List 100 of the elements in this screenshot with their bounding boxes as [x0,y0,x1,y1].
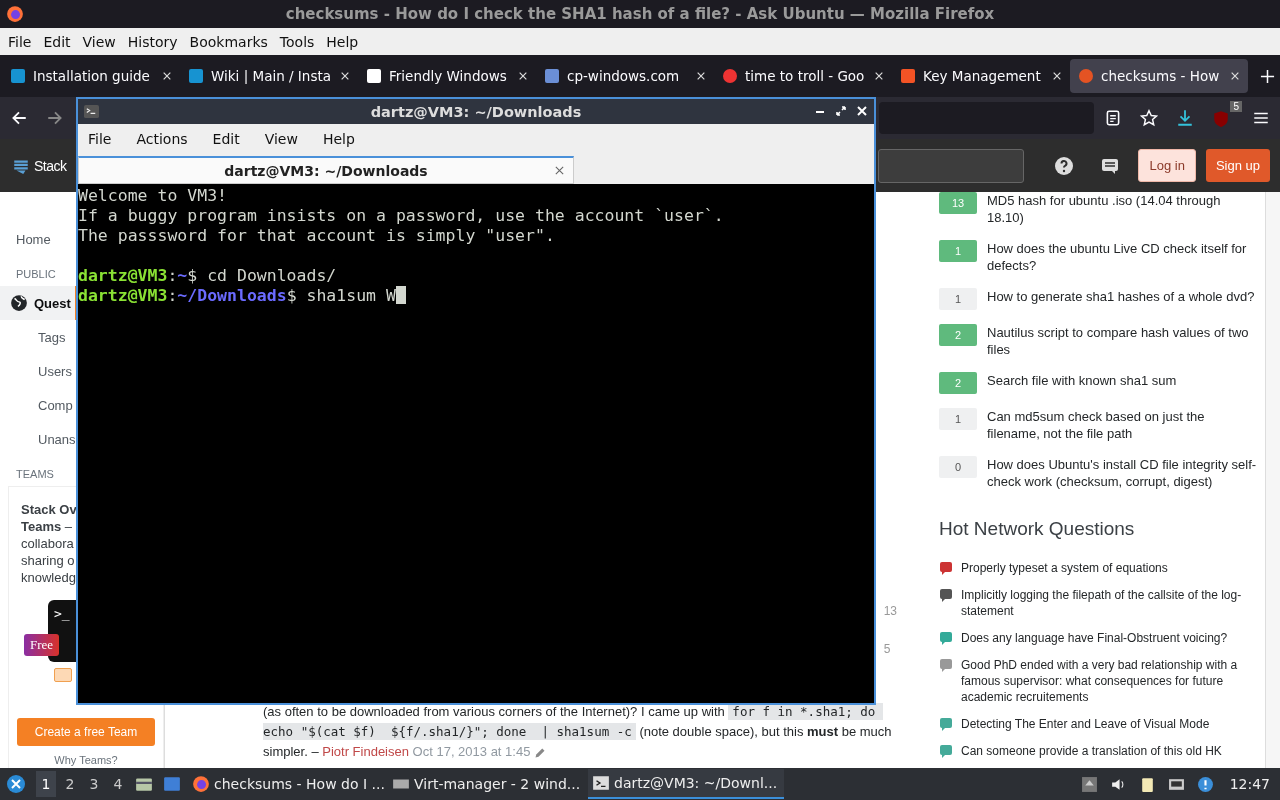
menu-item[interactable]: Tools [273,33,321,50]
count-badge: 5 [1230,101,1242,112]
terminal-output: If a buggy program insists on a password, use the account `user`. [78,206,725,226]
signup-button[interactable]: Sign up [1205,149,1270,182]
nav-item[interactable]: Unans [0,422,80,456]
terminal-icon [84,104,99,119]
new-tab-icon[interactable] [1260,68,1275,84]
firefox-icon [192,775,210,793]
browser-tab[interactable]: cp-windows.com [536,59,714,93]
score-badge: 1 [939,288,977,310]
favicon-icon [188,68,204,84]
score-badge: 1 [939,408,977,430]
nav-item[interactable]: Users [0,354,76,388]
question-link[interactable]: How does Ubuntu's install CD file integrity self-check work (checksum, corrupt, digest) [987,456,1259,490]
clock: 12:47 [1229,776,1270,792]
browser-tab[interactable]: checksums - How [1070,59,1248,93]
terminal-tab[interactable]: dartz@VM3: ~/Downloads [78,156,574,184]
question-link[interactable]: Implicitly logging the filepath of the callsite of the log-statement [961,587,1259,619]
browser-tab[interactable]: Installation guide [2,59,180,93]
browser-tab[interactable]: Wiki | Main / Insta [180,59,358,93]
menu-item[interactable]: Actions [128,131,196,147]
question-link[interactable]: Properly typeset a system of equations [961,560,1168,576]
taskbar-window[interactable]: Virt-manager - 2 wind... [388,769,584,799]
menu-item[interactable]: Bookmarks [183,33,274,50]
menu-item[interactable]: File [80,131,120,147]
nav-heading: PUBLIC [15,268,56,280]
workspace-button[interactable]: 1 [36,771,56,797]
help-icon[interactable] [1054,155,1075,176]
site-icon [939,744,953,758]
workspace-button[interactable]: 4 [108,771,128,797]
site-icon [939,631,953,645]
download-icon[interactable] [1176,109,1194,127]
author-link[interactable]: Piotr Findeisen [322,744,409,759]
nav-item[interactable]: Comp [0,388,77,422]
score-badge: 1 [939,240,977,262]
menu-item[interactable]: Edit [37,33,77,50]
site-icon [939,561,953,575]
menu-item[interactable]: History [121,33,184,50]
browser-tab[interactable]: Friendly Windows [358,59,536,93]
vote-count: 5 [883,642,892,656]
login-button[interactable]: Log in [1138,149,1196,182]
site-icon [939,588,953,602]
question-link[interactable]: How to generate sha1 hashes of a whole dvd? [987,288,1255,310]
taskbar-window[interactable]: checksums - How do I ... [188,769,384,799]
browser-tab[interactable]: time to troll - Goo [714,59,892,93]
free-badge: Free [24,634,60,656]
window-title: checksums - How do I check the SHA1 hash of a file? - Ask Ubuntu — Mozilla Firefox [285,5,995,23]
nav-item[interactable]: Tags [0,320,70,354]
question-link[interactable]: MD5 hash for ubuntu .iso (14.04 through 18.10) [987,192,1259,226]
question-link[interactable]: Detecting The Enter and Leave of Visual Mode [961,716,1210,732]
favicon-icon [10,68,26,84]
workspace-button[interactable]: 3 [84,771,104,797]
teams-description: Stack Ov Teams – collabora sharing o knowledg [21,501,77,586]
eject-icon[interactable] [1080,775,1098,793]
firefox-icon [6,5,24,23]
question-link[interactable]: Nautilus script to compare hash values of two files [987,324,1259,358]
question-link[interactable]: Can md5sum check based on just the filename, not the file path [987,408,1259,442]
maximize-icon[interactable] [835,105,847,117]
start-icon[interactable] [6,774,26,794]
menu-item[interactable]: View [76,33,122,50]
info-icon[interactable] [1196,775,1214,793]
vote-count: 13 [883,604,897,618]
pencil-icon[interactable] [534,746,547,759]
score-badge: 0 [939,456,977,478]
question-link[interactable]: Does any language have Final-Obstruent voicing? [961,630,1228,646]
why-teams-link[interactable]: Why Teams? [54,754,118,766]
favicon-icon [366,68,382,84]
workspace-button[interactable]: 2 [60,771,80,797]
question-link[interactable]: How does the ubuntu Live CD check itself for defects? [987,240,1259,274]
browser-tab[interactable]: Key Management [892,59,1070,93]
scrollbar[interactable] [1265,192,1280,768]
star-icon[interactable] [1140,109,1158,127]
favicon-icon [722,68,738,84]
reader-icon[interactable] [1104,109,1122,127]
back-icon[interactable] [10,109,28,127]
question-link[interactable]: Can someone provide a translation of this old HK [961,743,1222,759]
terminal-output: Welcome to VM3! [78,186,228,206]
score-badge: 2 [939,372,977,394]
question-link[interactable]: Search file with known sha1 sum [987,372,1177,394]
site-logo[interactable]: Stack [34,157,67,174]
menu-item[interactable]: File [2,33,38,50]
question-link[interactable]: Good PhD ended with a very bad relationship with a famous supervisor: what consequences for future academic recruitements [961,657,1259,705]
window-icon[interactable] [163,775,181,793]
menu-item[interactable]: Help [314,131,363,147]
score-badge: 13 [939,192,977,214]
terminal-prompt-line: dartz@VM3:~/Downloads$ sha1sum W [78,286,874,306]
terminal-output: The passsword for that account is simply "user". [78,226,556,246]
forward-icon[interactable] [46,109,64,127]
search-field[interactable] [878,148,1025,183]
taskbar-window[interactable]: dartz@VM3: ~/Downl... [588,769,784,799]
site-icon [939,717,953,731]
menu-item[interactable]: View [256,131,306,147]
nav-item[interactable]: Quest [0,286,78,320]
score-badge: 2 [939,324,977,346]
window-title: dartz@VM3: ~/Downloads [370,103,582,120]
menu-item[interactable]: Help [320,33,365,50]
nav-item[interactable]: Home [0,222,55,256]
menu-item[interactable]: Edit [204,131,248,147]
terminal-icon [592,774,610,792]
folder-icon[interactable] [135,775,153,793]
